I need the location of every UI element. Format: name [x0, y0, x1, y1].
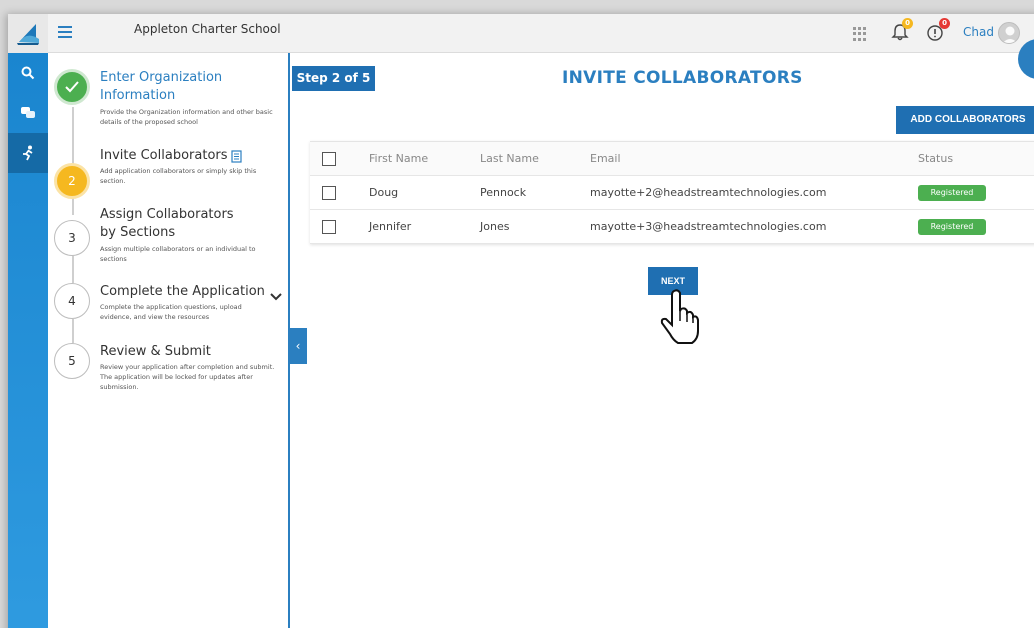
rail-chat[interactable] [8, 93, 48, 133]
search-icon [21, 66, 35, 80]
step-number: 5 [54, 343, 90, 379]
school-name: Appleton Charter School [134, 22, 281, 36]
table-row[interactable]: Jennifer Jones mayotte+3@headstreamtechn… [310, 210, 1034, 244]
step-title: Complete the Application [100, 284, 265, 299]
alerts-icon[interactable]: 0 [926, 18, 950, 44]
column-header-last-name[interactable]: Last Name [480, 142, 539, 176]
first-name-cell: Doug [369, 186, 399, 199]
step-description: Review your application after completion… [100, 363, 275, 391]
chevron-down-icon[interactable] [270, 293, 282, 301]
app-logo[interactable] [8, 14, 48, 53]
rail-search[interactable] [8, 53, 48, 93]
runner-icon [23, 145, 33, 161]
alerts-badge: 0 [939, 18, 950, 29]
step-connector [72, 107, 74, 165]
column-header-status[interactable]: Status [918, 142, 953, 176]
hand-pointer-cursor-icon [660, 289, 699, 344]
step-number: 3 [54, 220, 90, 256]
first-name-cell: Jennifer [369, 220, 412, 233]
step-title: Assign Collaborators by Sections [100, 207, 234, 240]
rail-progress[interactable] [8, 133, 48, 173]
table-row[interactable]: Doug Pennock mayotte+2@headstreamtechnol… [310, 176, 1034, 210]
step-description: Complete the application questions, uplo… [100, 303, 242, 321]
main-content: Step 2 of 5 INVITE COLLABORATORS ADD COL… [292, 39, 1034, 628]
step-connector [72, 319, 74, 343]
column-header-email[interactable]: Email [590, 142, 621, 176]
collaborators-table: First Name Last Name Email Status Doug P… [310, 141, 1034, 244]
email-cell: mayotte+2@headstreamtechnologies.com [590, 186, 827, 199]
left-rail [8, 53, 48, 628]
row-checkbox[interactable] [322, 186, 336, 200]
notifications-badge: 0 [902, 18, 913, 29]
notifications-bell-icon[interactable]: 0 [891, 18, 913, 44]
step-indicator: Step 2 of 5 [292, 66, 375, 91]
scroll-icon[interactable] [230, 150, 244, 164]
step-number: 4 [54, 283, 90, 319]
avatar[interactable] [998, 22, 1020, 44]
step-number: 2 [54, 163, 90, 199]
email-cell: mayotte+3@headstreamtechnologies.com [590, 220, 827, 233]
step-title: Enter Organization Information [100, 70, 223, 103]
step-title: Invite Collaborators [100, 148, 228, 163]
step-connector [72, 256, 74, 283]
status-badge: Registered [918, 185, 986, 201]
app-window: Appleton Charter School 0 0 Chad Enter O… [8, 14, 1034, 628]
chat-icon [21, 107, 35, 118]
table-header-row: First Name Last Name Email Status [310, 142, 1034, 176]
sail-logo-icon [17, 23, 39, 45]
last-name-cell: Pennock [480, 186, 527, 199]
step-title: Review & Submit [100, 344, 211, 359]
column-header-first-name[interactable]: First Name [369, 142, 428, 176]
step-connector [72, 197, 74, 215]
add-collaborators-button[interactable]: ADD COLLABORATORS [896, 106, 1034, 134]
top-bar: Appleton Charter School 0 0 Chad [8, 14, 1034, 53]
select-all-checkbox[interactable] [322, 152, 336, 166]
step-description: Assign multiple collaborators or an indi… [100, 245, 256, 263]
menu-icon[interactable] [58, 26, 72, 38]
steps-panel: Enter Organization Information Provide t… [48, 53, 290, 628]
row-checkbox[interactable] [322, 220, 336, 234]
apps-grid-icon[interactable] [853, 27, 867, 41]
last-name-cell: Jones [480, 220, 510, 233]
step-description: Add application collaborators or simply … [100, 167, 257, 185]
status-badge: Registered [918, 219, 986, 235]
step-description: Provide the Organization information and… [100, 108, 273, 126]
user-name[interactable]: Chad [963, 25, 994, 39]
step-complete-icon [54, 69, 90, 105]
page-title: INVITE COLLABORATORS [562, 68, 803, 88]
